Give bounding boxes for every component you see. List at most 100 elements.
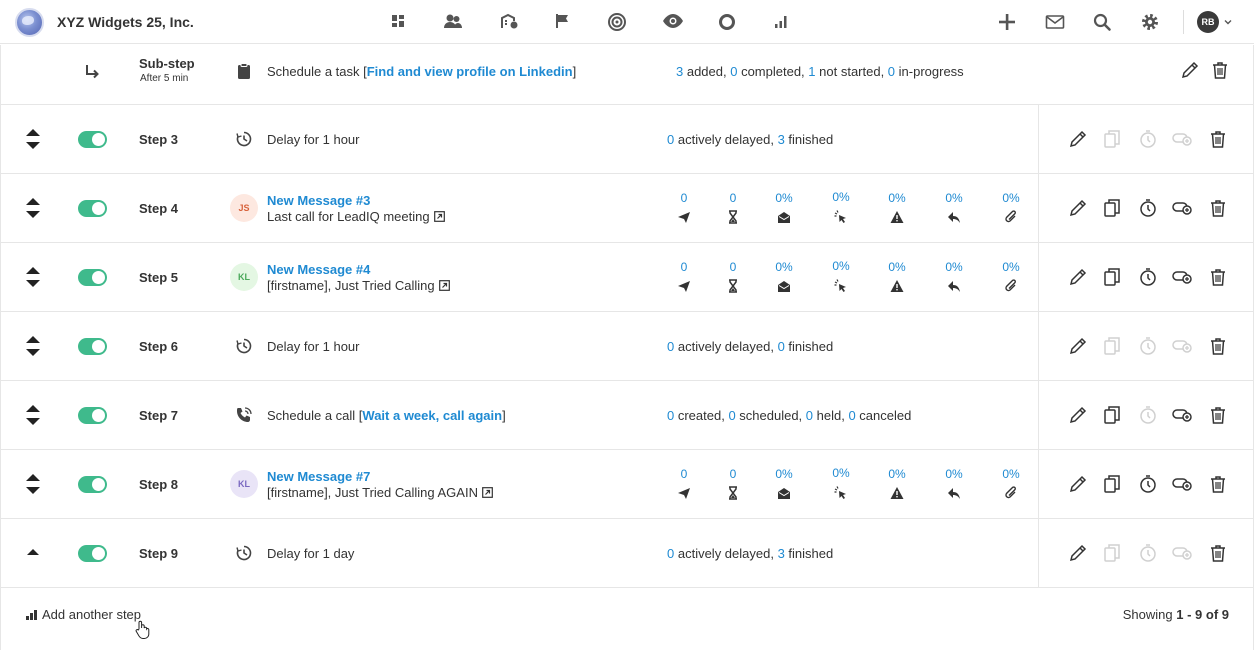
metric-replied[interactable]: 0%: [934, 191, 974, 205]
trash-icon[interactable]: [1207, 266, 1229, 288]
metric-sent[interactable]: 0: [664, 191, 704, 205]
metric-sent[interactable]: 0: [664, 260, 704, 274]
edit-icon[interactable]: [1067, 266, 1089, 288]
edit-icon[interactable]: [1067, 473, 1089, 495]
substep-stats: 3 added, 0 completed, 1 not started, 0 i…: [676, 64, 964, 79]
add-step-button[interactable]: Add another step: [26, 607, 141, 622]
metric-opened[interactable]: 0%: [764, 260, 804, 274]
reorder-icon[interactable]: [24, 334, 42, 358]
add-substep-icon[interactable]: [1171, 197, 1193, 219]
circle-icon[interactable]: [717, 12, 737, 32]
timer-icon[interactable]: [1137, 473, 1159, 495]
chevron-down-icon[interactable]: [1223, 17, 1233, 27]
add-substep-icon[interactable]: [1171, 404, 1193, 426]
scheduled-count[interactable]: 0: [728, 408, 735, 423]
trash-icon[interactable]: [1207, 197, 1229, 219]
metric-replied[interactable]: 0%: [934, 260, 974, 274]
edit-icon[interactable]: [1067, 128, 1089, 150]
step-toggle[interactable]: [78, 476, 107, 493]
metric-pending[interactable]: 0: [713, 191, 753, 205]
message-title[interactable]: New Message #7: [267, 469, 370, 484]
flag-icon[interactable]: [553, 12, 573, 32]
finished-count[interactable]: 3: [778, 546, 785, 561]
edit-icon[interactable]: [1179, 59, 1201, 81]
metric-bounced[interactable]: 0%: [877, 191, 917, 205]
message-title[interactable]: New Message #3: [267, 193, 370, 208]
held-count[interactable]: 0: [806, 408, 813, 423]
edit-icon[interactable]: [1067, 335, 1089, 357]
task-link[interactable]: Find and view profile on Linkedin: [367, 64, 573, 79]
dashboard-icon[interactable]: [389, 12, 409, 32]
metric-attachment[interactable]: 0%: [991, 467, 1031, 481]
metric-bounced[interactable]: 0%: [877, 467, 917, 481]
eye-icon[interactable]: [662, 12, 683, 32]
copy-icon[interactable]: [1102, 404, 1124, 426]
reorder-icon[interactable]: [24, 196, 42, 220]
user-avatar[interactable]: RB: [1197, 11, 1219, 33]
step-toggle[interactable]: [78, 269, 107, 286]
mail-icon[interactable]: [1044, 11, 1066, 33]
message-title[interactable]: New Message #4: [267, 262, 370, 277]
metric-opened[interactable]: 0%: [764, 467, 804, 481]
step-toggle[interactable]: [78, 407, 107, 424]
external-link-icon[interactable]: [482, 487, 493, 498]
step-toggle[interactable]: [78, 131, 107, 148]
timer-icon[interactable]: [1137, 197, 1159, 219]
bar-chart-icon[interactable]: [772, 12, 792, 32]
people-icon[interactable]: [443, 12, 463, 32]
trash-icon[interactable]: [1207, 542, 1229, 564]
company-logo[interactable]: [15, 8, 44, 37]
metric-clicked[interactable]: 0%: [821, 259, 861, 273]
external-link-icon[interactable]: [438, 280, 450, 291]
not-started-count[interactable]: 1: [808, 64, 815, 79]
reorder-icon[interactable]: [24, 472, 42, 496]
gear-icon[interactable]: [1139, 11, 1161, 33]
reorder-icon[interactable]: [24, 265, 42, 289]
metric-clicked[interactable]: 0%: [821, 190, 861, 204]
plus-icon[interactable]: [996, 11, 1018, 33]
sender-avatar: JS: [230, 194, 258, 222]
copy-icon[interactable]: [1102, 473, 1124, 495]
canceled-count[interactable]: 0: [848, 408, 855, 423]
external-link-icon[interactable]: [433, 211, 445, 222]
edit-icon[interactable]: [1067, 542, 1089, 564]
target-icon[interactable]: [607, 12, 627, 32]
copy-icon[interactable]: [1102, 266, 1124, 288]
metric-sent[interactable]: 0: [664, 467, 704, 481]
companies-icon[interactable]: [499, 12, 519, 32]
trash-icon[interactable]: [1207, 335, 1229, 357]
reorder-icon[interactable]: [24, 403, 42, 427]
finished-count[interactable]: 0: [778, 339, 785, 354]
copy-icon[interactable]: [1102, 197, 1124, 219]
metric-pending[interactable]: 0: [713, 467, 753, 481]
search-icon[interactable]: [1091, 11, 1113, 33]
reorder-icon[interactable]: [24, 127, 42, 151]
edit-icon[interactable]: [1067, 404, 1089, 426]
call-link[interactable]: Wait a week, call again: [362, 408, 502, 423]
move-up-icon[interactable]: [24, 541, 42, 565]
metric-clicked[interactable]: 0%: [821, 466, 861, 480]
sent-icon: [677, 486, 691, 500]
call-desc-suffix: ]: [502, 408, 506, 423]
company-name[interactable]: XYZ Widgets 25, Inc.: [57, 14, 194, 30]
metric-attachment[interactable]: 0%: [991, 191, 1031, 205]
trash-icon[interactable]: [1207, 404, 1229, 426]
metric-bounced[interactable]: 0%: [877, 260, 917, 274]
finished-count[interactable]: 3: [778, 132, 785, 147]
step-toggle[interactable]: [78, 545, 107, 562]
step-toggle[interactable]: [78, 338, 107, 355]
timer-icon[interactable]: [1137, 266, 1159, 288]
metric-attachment[interactable]: 0%: [991, 260, 1031, 274]
metric-pending[interactable]: 0: [713, 260, 753, 274]
trash-icon[interactable]: [1207, 128, 1229, 150]
metric-opened[interactable]: 0%: [764, 191, 804, 205]
add-substep-icon[interactable]: [1171, 266, 1193, 288]
add-substep-icon[interactable]: [1171, 473, 1193, 495]
in-progress-count[interactable]: 0: [888, 64, 895, 79]
trash-icon[interactable]: [1207, 473, 1229, 495]
metric-replied[interactable]: 0%: [934, 467, 974, 481]
trash-icon[interactable]: [1209, 59, 1231, 81]
edit-icon[interactable]: [1067, 197, 1089, 219]
step-toggle[interactable]: [78, 200, 107, 217]
message-subtitle: [firstname], Just Tried Calling: [267, 278, 450, 293]
